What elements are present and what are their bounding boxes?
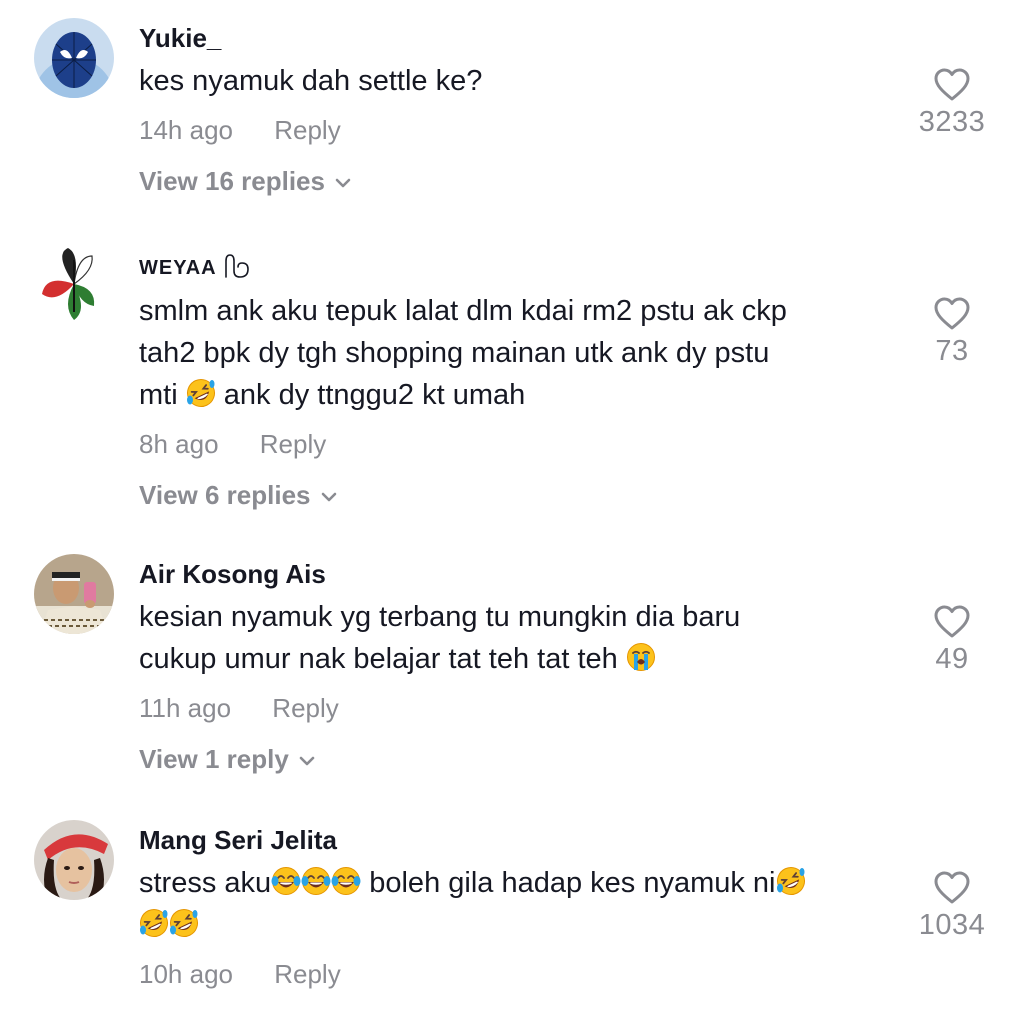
comment-text-line: kesian nyamuk yg terbang tu mungkin dia … (139, 601, 741, 633)
tears-of-joy-emoji (271, 866, 302, 896)
comment-timestamp: 11h ago (139, 693, 232, 723)
view-replies-button[interactable]: View 6 replies (139, 477, 899, 513)
chevron-down-icon (321, 492, 336, 501)
like-button[interactable]: 49 (897, 605, 1007, 676)
view-replies-button[interactable]: View 1 reply (139, 741, 899, 777)
comment-text: smlm ank aku tepuk lalat dlm kdai rm2 ps… (139, 290, 899, 416)
avatar[interactable] (34, 244, 114, 324)
tears-of-joy-emoji (331, 866, 362, 896)
avatar[interactable] (34, 820, 114, 900)
chevron-down-icon (299, 756, 315, 765)
tears-of-joy-emoji (301, 866, 332, 896)
like-count: 3233 (918, 106, 986, 138)
comment-username[interactable]: Yukie_ (139, 22, 899, 54)
like-count: 73 (935, 335, 969, 367)
like-button[interactable]: 73 (897, 297, 1007, 368)
comment-text-line: smlm ank aku tepuk lalat dlm kdai rm2 ps… (139, 295, 787, 327)
comment-text-line (139, 904, 899, 946)
heart-outline-icon (934, 605, 970, 638)
heart-outline-icon (934, 871, 970, 904)
view-replies-label: View 1 reply (139, 744, 289, 774)
reply-button[interactable]: Reply (272, 690, 338, 726)
comment-username[interactable]: Air Kosong Ais (139, 558, 899, 590)
reply-button[interactable]: Reply (274, 112, 340, 148)
comment-timestamp: 14h ago (139, 115, 233, 145)
comment-username[interactable]: WEYAA (139, 252, 899, 284)
avatar[interactable] (34, 18, 114, 98)
view-replies-button[interactable]: View 16 replies (139, 163, 899, 199)
rolling-on-floor-laughing-emoji (775, 866, 806, 896)
rolling-on-floor-laughing-emoji (139, 908, 169, 938)
heart-outline-icon (934, 297, 970, 330)
view-replies-label: View 16 replies (139, 166, 325, 196)
loudly-crying-emoji (626, 642, 656, 672)
like-button[interactable]: 1034 (897, 871, 1007, 942)
view-replies-label: View 6 replies (139, 480, 311, 510)
reply-button[interactable]: Reply (260, 426, 326, 462)
comment-text: kes nyamuk dah settle ke? (139, 65, 483, 97)
comment-username[interactable]: Mang Seri Jelita (139, 824, 899, 856)
rolling-on-floor-laughing-emoji (185, 378, 216, 408)
comment-timestamp: 8h ago (139, 429, 219, 459)
chevron-down-icon (335, 178, 351, 187)
avatar[interactable] (34, 554, 114, 634)
like-count: 49 (935, 643, 969, 675)
reply-button[interactable]: Reply (274, 956, 340, 992)
comment-text-line: mti ank dy ttnggu2 kt umah (139, 374, 899, 416)
rolling-on-floor-laughing-emoji (169, 908, 199, 938)
hand-symbol-icon (225, 254, 250, 278)
comment-meta: 14h ago Reply (139, 112, 899, 148)
comment-timestamp: 10h ago (139, 959, 233, 989)
comment-meta: 10h ago Reply (139, 956, 899, 992)
comment-meta: 11h ago Reply (139, 690, 899, 726)
comment-text-line: tah2 bpk dy tgh shopping mainan utk ank … (139, 337, 770, 369)
comment-text-line: cukup umur nak belajar tat teh tat teh (139, 638, 899, 680)
like-count: 1034 (918, 909, 986, 941)
comment-meta: 8h ago Reply (139, 426, 899, 462)
comment-text-line: stress aku boleh gila hadap kes nyamuk n… (139, 862, 899, 904)
comment-text: kesian nyamuk yg terbang tu mungkin dia … (139, 596, 899, 680)
like-button[interactable]: 3233 (897, 68, 1007, 139)
heart-outline-icon (934, 68, 970, 101)
comment-text: stress aku boleh gila hadap kes nyamuk n… (139, 862, 899, 946)
